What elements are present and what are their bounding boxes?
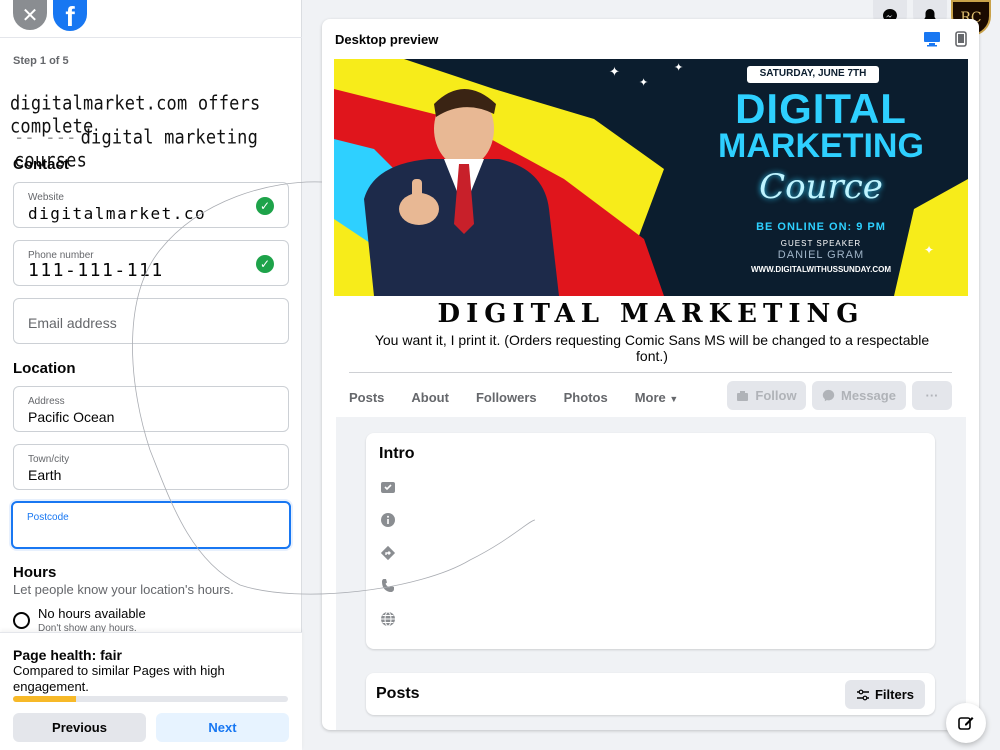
profile-divider [349,372,952,373]
svg-text:✦: ✦ [609,65,620,80]
website-field[interactable]: Website digitalmarket.co ✓ [13,182,289,228]
more-dots-icon: ··· [925,388,939,403]
hours-subtitle: Let people know your location's hours. [13,582,234,597]
town-value: Earth [28,467,62,483]
filters-icon [856,689,869,700]
cover-guest-name: DANIEL GRAM [777,249,865,261]
page-tabs: Posts About Followers Photos More ▼ [349,387,678,408]
postcode-label: Postcode [27,512,69,523]
location-heading: Location [13,360,76,377]
cover-guest-label: GUEST SPEAKER [780,239,862,248]
next-button[interactable]: Next [156,713,289,742]
overlay-dash: -- --- [14,126,77,149]
svg-text:✦: ✦ [674,61,683,74]
cover-photo: ✦ ✦ ✦ ✦ SATURDAY, JUNE 7TH DIGITAL MARKE… [334,59,968,296]
no-hours-label: No hours available [38,606,146,621]
compose-button[interactable] [946,703,986,743]
follow-label: Follow [755,388,797,403]
message-label: Message [841,388,896,403]
page-name: DIGITAL MARKETING [437,299,865,329]
tab-followers[interactable]: Followers [476,387,537,408]
page-feed-area: Intro Posts Filters [336,417,966,730]
postcode-field[interactable]: Postcode [11,501,291,549]
page-health-bar-fill [13,696,77,702]
page-health-title: Page health: fair [13,647,122,663]
posts-title: Posts [376,685,420,702]
page-health-bar [13,696,288,702]
tab-more-label: More [634,390,666,405]
view-switcher [923,31,967,47]
more-options-button[interactable]: ··· [912,381,952,410]
website-value: digitalmarket.co [28,204,207,223]
directions-icon [380,545,396,561]
contact-heading: Contact [13,156,69,173]
filters-button[interactable]: Filters [844,680,925,709]
cover-script: Cource [759,167,883,207]
page-description: You want it, I print it. (Orders request… [374,332,930,364]
follow-button[interactable]: Follow [727,381,806,410]
town-field[interactable]: Town/city Earth [13,444,289,490]
close-button[interactable]: ✕ [13,0,47,30]
tab-more[interactable]: More ▼ [635,387,679,408]
address-value: Pacific Ocean [28,409,115,425]
address-label: Address [28,396,65,407]
step-indicator: Step 1 of 5 [13,55,69,67]
phone-field[interactable]: Phone number 111-111-111 ✓ [13,240,289,286]
message-button[interactable]: Message [812,381,906,410]
cover-online-time: BE ONLINE ON: 9 PM [756,221,886,233]
desktop-view-icon[interactable] [923,31,941,47]
desktop-preview-card: Desktop preview ✦ ✦ ✦ ✦ SATURDAY, JUNE 7… [322,19,979,730]
check-icon: ✓ [256,255,274,273]
tab-photos[interactable]: Photos [564,387,608,408]
phone-icon [382,579,394,592]
edit-icon [958,717,974,730]
hours-heading: Hours [13,564,57,581]
facebook-logo-icon: f [53,0,87,31]
intro-card: Intro [366,433,935,649]
info-icon [381,513,395,527]
globe-icon [381,611,395,627]
posts-card: Posts Filters [366,673,935,715]
caret-down-icon: ▼ [669,394,679,404]
no-hours-radio[interactable] [13,612,30,629]
category-icon [381,482,395,493]
follow-icon [737,390,749,401]
close-icon: ✕ [21,4,39,27]
header-divider [0,37,302,38]
website-label: Website [28,192,64,203]
mobile-view-icon[interactable] [955,31,967,47]
cover-title-line2: MARKETING [718,127,924,165]
page-health-subtitle: Compared to similar Pages with high enga… [13,663,225,694]
town-label: Town/city [28,454,70,465]
filters-label: Filters [874,687,914,702]
tab-posts[interactable]: Posts [349,387,384,408]
page-health-footer: Page health: fair Compared to similar Pa… [0,632,302,750]
tab-about[interactable]: About [411,387,449,408]
page-setup-panel: ✕ f Step 1 of 5 digitalmarket.com offers… [0,0,302,750]
svg-text:✦: ✦ [924,243,934,257]
cover-date: SATURDAY, JUNE 7TH [759,68,867,79]
intro-title: Intro [379,445,415,462]
desktop-preview-title: Desktop preview [335,32,439,47]
email-placeholder: Email address [28,315,117,331]
address-field[interactable]: Address Pacific Ocean [13,386,289,432]
svg-text:✦: ✦ [639,76,648,89]
email-field[interactable]: Email address [13,298,289,344]
previous-button[interactable]: Previous [13,713,146,742]
cover-title-line1: DIGITAL [735,85,907,132]
phone-value: 111-111-111 [28,260,164,281]
check-icon: ✓ [256,197,274,215]
cover-url: WWW.DIGITALWITHUSSUNDAY.COM [751,265,891,274]
messenger-icon [822,389,835,402]
